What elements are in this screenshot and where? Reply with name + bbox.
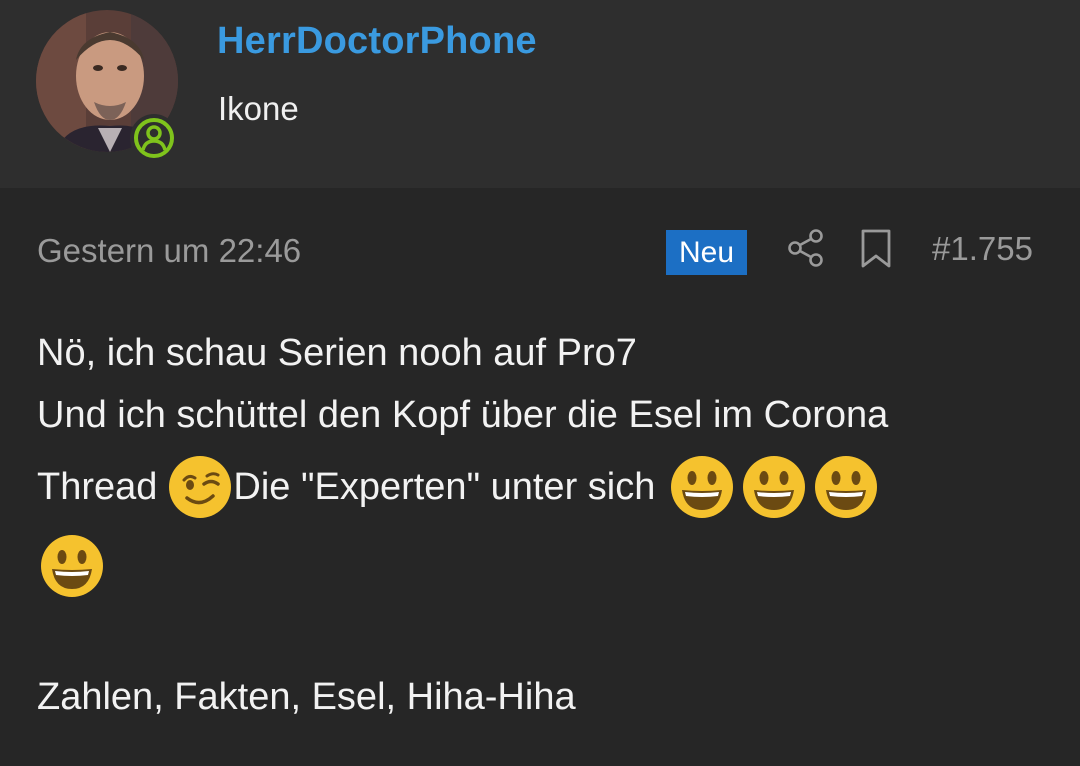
new-badge: Neu xyxy=(666,230,747,275)
message-text: Die "Experten" unter sich xyxy=(233,465,656,508)
grinning-face-emoji xyxy=(813,454,879,520)
bookmark-icon[interactable] xyxy=(858,228,894,270)
message-line: Nö, ich schau Serien nooh auf Pro7 xyxy=(37,332,637,375)
message-text: Thread xyxy=(37,465,158,508)
message-line: Und ich schüttel den Kopf über die Esel … xyxy=(37,394,888,437)
message-text: Und ich schüttel den Kopf über die Esel … xyxy=(37,394,889,436)
post-author-header: HerrDoctorPhone Ikone xyxy=(0,0,1080,188)
message-text: Nö, ich schau Serien nooh auf Pro7 xyxy=(37,332,637,374)
share-icon[interactable] xyxy=(786,228,826,268)
grinning-face-emoji xyxy=(741,454,807,520)
post-body: Gestern um 22:46 Neu #1.755 Nö, ich scha… xyxy=(0,188,1080,766)
winking-face-emoji xyxy=(167,454,233,520)
message-line: Thread Die "Experten" unter sich xyxy=(37,453,879,521)
grinning-face-emoji xyxy=(39,533,105,599)
user-title: Ikone xyxy=(218,90,299,127)
post-number-link[interactable]: #1.755 xyxy=(932,230,1033,268)
grinning-face-emoji xyxy=(669,454,735,520)
post-date[interactable]: Gestern um 22:46 xyxy=(37,232,301,270)
message-line xyxy=(39,532,105,600)
username-link[interactable]: HerrDoctorPhone xyxy=(217,20,537,63)
message-line: Zahlen, Fakten, Esel, Hiha-Hiha xyxy=(37,676,576,719)
message-text: Zahlen, Fakten, Esel, Hiha-Hiha xyxy=(37,676,576,718)
online-status-icon xyxy=(130,114,178,162)
